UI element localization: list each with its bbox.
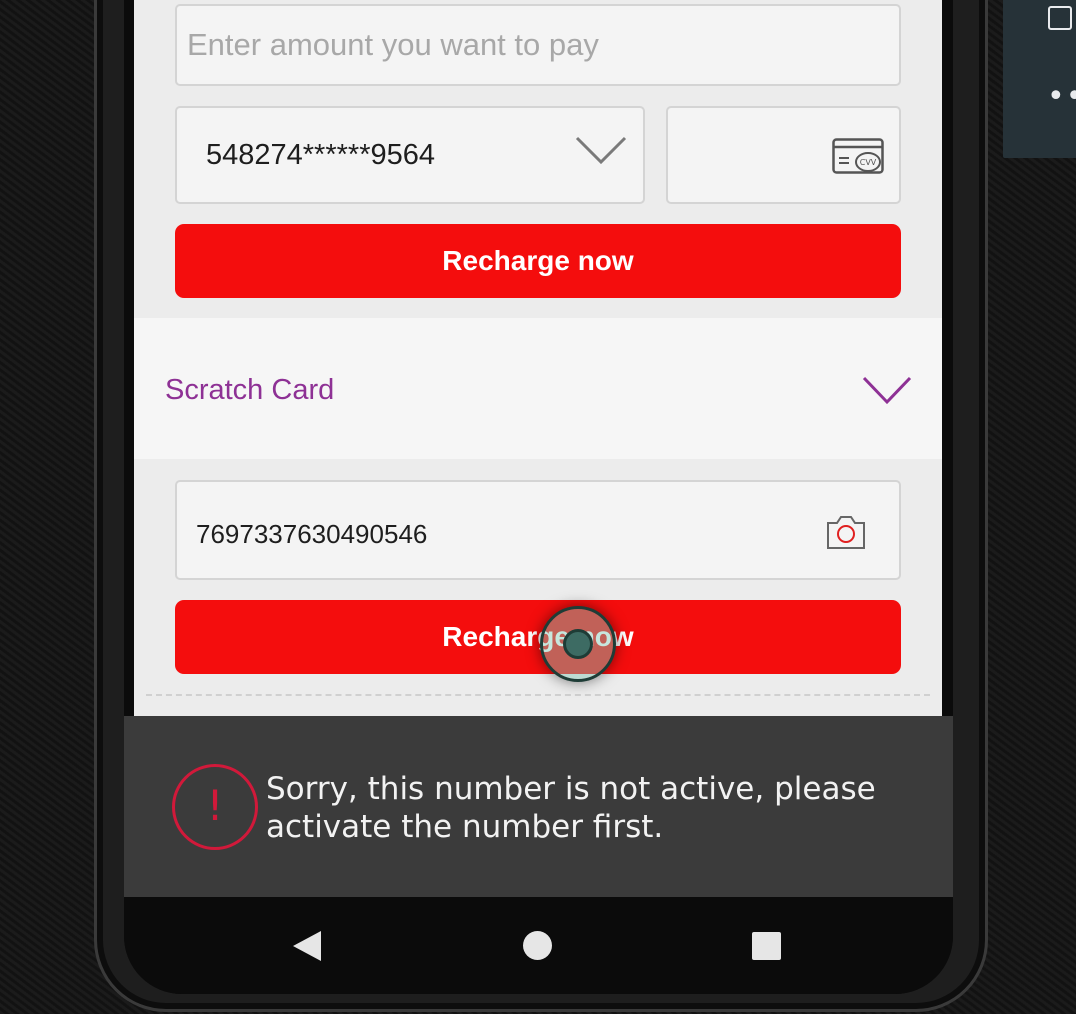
- emulator-toolbar: •••: [1003, 0, 1076, 158]
- camera-icon[interactable]: [825, 513, 867, 551]
- recharge-now-button-scratch[interactable]: Recharge now: [175, 600, 901, 674]
- divider: [146, 694, 930, 696]
- amount-field[interactable]: [175, 4, 901, 86]
- cvv-card-icon: CVV: [832, 138, 884, 174]
- cvv-icon-text: CVV: [860, 158, 877, 167]
- chevron-down-icon[interactable]: [862, 376, 912, 406]
- scratch-card-header[interactable]: Scratch Card: [134, 318, 942, 459]
- card-select[interactable]: 548274******9564: [175, 106, 645, 204]
- toast-message: Sorry, this number is not active, please…: [266, 771, 876, 845]
- back-icon[interactable]: [292, 930, 322, 962]
- android-nav-bar: [124, 897, 953, 994]
- recents-icon[interactable]: [752, 932, 781, 960]
- scratch-card-title: Scratch Card: [165, 374, 335, 406]
- card-number: 548274******9564: [206, 139, 435, 171]
- square-icon[interactable]: [1048, 6, 1072, 30]
- recharge-now-button-card[interactable]: Recharge now: [175, 224, 901, 298]
- recharge-page: 548274******9564 CVV Recharge now Scratc…: [134, 0, 942, 716]
- touch-indicator: [540, 606, 616, 682]
- touch-indicator-dot: [563, 629, 593, 659]
- error-toast: ! Sorry, this number is not active, plea…: [124, 716, 953, 897]
- phone-screen: 548274******9564 CVV Recharge now Scratc…: [124, 0, 953, 994]
- chevron-down-icon: [575, 136, 627, 165]
- voucher-number: 7697337630490546: [196, 519, 428, 549]
- cvv-field[interactable]: CVV: [666, 106, 901, 204]
- amount-input[interactable]: [177, 6, 899, 84]
- voucher-field[interactable]: 7697337630490546: [175, 480, 901, 580]
- alert-icon: !: [172, 764, 258, 850]
- more-icon[interactable]: •••: [1047, 82, 1076, 112]
- home-icon[interactable]: [523, 931, 552, 960]
